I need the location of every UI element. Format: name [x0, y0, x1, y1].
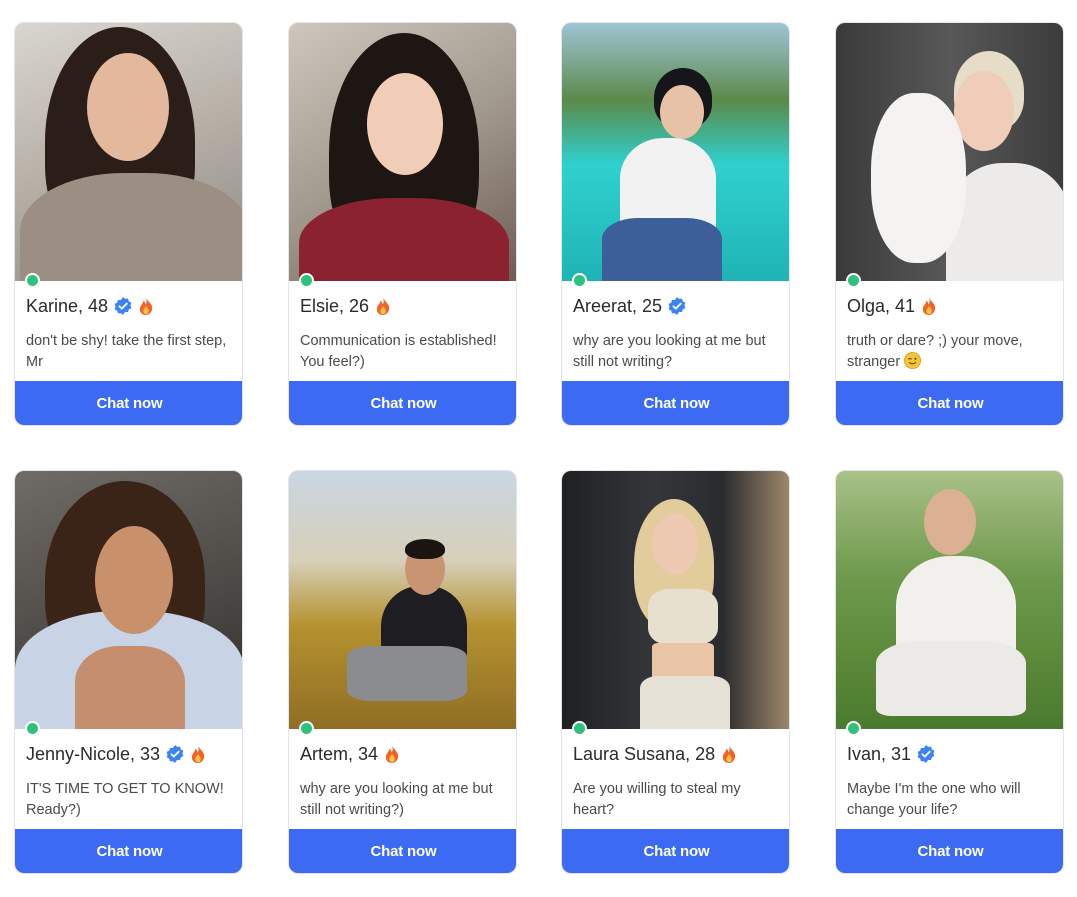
profile-name: Laura Susana, 28: [573, 743, 716, 764]
profile-name: Karine, 48: [26, 295, 109, 316]
online-indicator: [299, 721, 314, 736]
online-indicator: [572, 721, 587, 736]
online-indicator: [846, 273, 861, 288]
profile-photo[interactable]: [562, 471, 789, 729]
chat-now-button[interactable]: Chat now: [562, 381, 789, 425]
profile-status: IT'S TIME TO GET TO KNOW! Ready?): [26, 781, 224, 818]
verified-badge-icon: [917, 745, 935, 763]
profile-photo[interactable]: [562, 23, 789, 281]
online-indicator: [25, 721, 40, 736]
fire-icon: [922, 297, 936, 315]
profile-card[interactable]: Elsie, 26 Communication is established! …: [288, 22, 517, 426]
fire-icon: [385, 745, 399, 763]
verified-badge-icon: [114, 297, 132, 315]
profile-card[interactable]: Ivan, 31 Maybe I'm the one who will chan…: [835, 470, 1064, 874]
chat-now-button[interactable]: Chat now: [289, 829, 516, 873]
online-indicator: [299, 273, 314, 288]
chat-now-button[interactable]: Chat now: [836, 829, 1063, 873]
profile-card[interactable]: Karine, 48 don't be shy! take the first …: [14, 22, 243, 426]
online-indicator: [572, 273, 587, 288]
chat-now-button[interactable]: Chat now: [15, 829, 242, 873]
profile-name: Artem, 34: [300, 743, 379, 764]
profile-photo[interactable]: [289, 23, 516, 281]
chat-now-button[interactable]: Chat now: [836, 381, 1063, 425]
profile-card[interactable]: Laura Susana, 28 Are you willing to stea…: [561, 470, 790, 874]
profile-status: why are you looking at me but still not …: [573, 333, 766, 370]
profile-photo[interactable]: [289, 471, 516, 729]
profile-name: Ivan, 31: [847, 743, 912, 764]
profile-status: truth or dare? ;) your move, stranger: [847, 333, 1023, 370]
profile-photo[interactable]: [15, 23, 242, 281]
profile-status: Are you willing to steal my heart?: [573, 781, 741, 818]
verified-badge-icon: [668, 297, 686, 315]
chat-now-button[interactable]: Chat now: [562, 829, 789, 873]
online-indicator: [25, 273, 40, 288]
profile-name: Jenny-Nicole, 33: [26, 743, 161, 764]
profile-photo[interactable]: [15, 471, 242, 729]
profile-name: Elsie, 26: [300, 295, 370, 316]
profile-status: why are you looking at me but still not …: [300, 781, 493, 818]
profile-status: don't be shy! take the first step, Mr: [26, 333, 227, 370]
verified-badge-icon: [166, 745, 184, 763]
profile-status: Maybe I'm the one who will change your l…: [847, 781, 1021, 818]
profile-name: Olga, 41: [847, 295, 916, 316]
profile-card[interactable]: Artem, 34 why are you looking at me but …: [288, 470, 517, 874]
online-indicator: [846, 721, 861, 736]
profile-status: Communication is established! You feel?): [300, 333, 497, 370]
profile-grid: Karine, 48 don't be shy! take the first …: [14, 22, 1064, 882]
fire-icon: [139, 297, 153, 315]
profile-card[interactable]: Olga, 41 truth or dare? ;) your move, st…: [835, 22, 1064, 426]
fire-icon: [191, 745, 205, 763]
chat-now-button[interactable]: Chat now: [15, 381, 242, 425]
profile-photo[interactable]: [836, 471, 1063, 729]
fire-icon: [722, 745, 736, 763]
chat-now-button[interactable]: Chat now: [289, 381, 516, 425]
profile-card[interactable]: Jenny-Nicole, 33 IT'S TIME TO GET TO KNO…: [14, 470, 243, 874]
fire-icon: [376, 297, 390, 315]
wink-face-icon: [904, 352, 922, 369]
profile-card[interactable]: Areerat, 25 why are you looking at me bu…: [561, 22, 790, 426]
profile-name: Areerat, 25: [573, 295, 663, 316]
profile-photo[interactable]: [836, 23, 1063, 281]
